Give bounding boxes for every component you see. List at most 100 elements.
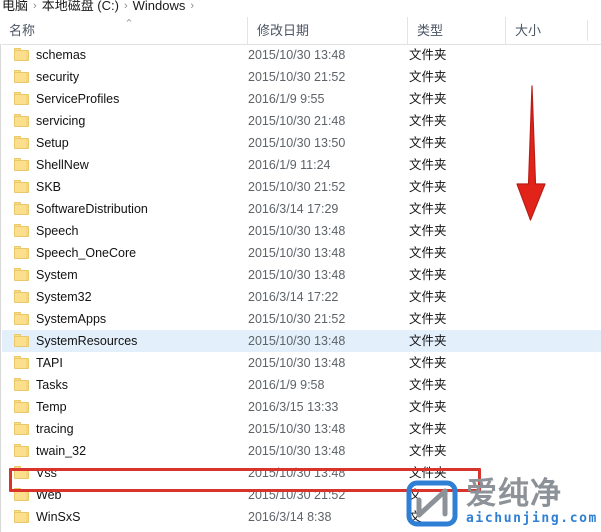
- sort-ascending-icon: ⌃: [124, 18, 134, 30]
- file-name-cell: TAPI: [36, 356, 63, 370]
- file-list-row[interactable]: SystemApps 2015/10/30 21:52 文件夹: [0, 308, 601, 330]
- file-type-cell: 文件夹: [409, 466, 447, 480]
- date-modified-cell: 2015/10/30 13:48: [248, 224, 346, 238]
- file-name-cell: WinSxS: [36, 510, 81, 524]
- file-name-cell: Temp: [36, 400, 67, 414]
- file-size-cell: [513, 286, 583, 308]
- file-size-cell: [513, 528, 583, 532]
- date-modified-cell: 2016/3/15 13:33: [248, 400, 339, 414]
- file-type-cell: 文件夹: [409, 422, 447, 436]
- column-header-size[interactable]: 大小: [505, 17, 587, 44]
- date-modified-cell: 2015/10/30 13:48: [248, 48, 346, 62]
- breadcrumb-item-3[interactable]: Windows: [133, 0, 186, 17]
- address-bar[interactable]: 电脑 › 本地磁盘 (C:) › Windows ›: [0, 0, 601, 17]
- folder-icon: [14, 180, 29, 193]
- file-size-cell: [513, 418, 583, 440]
- file-size-cell: [513, 396, 583, 418]
- column-header-type[interactable]: 类型: [407, 17, 505, 44]
- file-list-row[interactable]: SKB 2015/10/30 21:52 文件夹: [0, 176, 601, 198]
- date-modified-cell: 2016/1/9 9:58: [248, 378, 325, 392]
- date-modified-cell: 2015/10/30 21:52: [248, 70, 346, 84]
- date-modified-cell: 2015/10/30 13:48: [248, 466, 346, 480]
- file-size-cell: [513, 66, 583, 88]
- file-list[interactable]: schemas 2015/10/30 13:48 文件夹 security 2015/1…: [0, 44, 601, 532]
- file-name-cell: Tasks: [36, 378, 68, 392]
- breadcrumb-separator-icon[interactable]: ›: [28, 0, 42, 17]
- file-list-row[interactable]: System32 2016/3/14 17:22 文件夹: [0, 286, 601, 308]
- date-modified-cell: 2015/10/30 21:52: [248, 312, 346, 326]
- file-list-row[interactable]: ServiceProfiles 2016/1/9 9:55 文件夹: [0, 88, 601, 110]
- file-size-cell: [513, 506, 583, 528]
- date-modified-cell: 2015/10/30 21:48: [248, 114, 346, 128]
- folder-icon: [14, 422, 29, 435]
- file-list-row[interactable]: security 2015/10/30 21:52 文件夹: [0, 66, 601, 88]
- file-name-cell: schemas: [36, 48, 87, 62]
- date-modified-cell: 2016/3/14 17:22: [248, 290, 339, 304]
- breadcrumb-separator-icon[interactable]: ›: [119, 0, 133, 17]
- date-modified-cell: 2015/10/30 13:48: [248, 444, 346, 458]
- breadcrumb-item-2[interactable]: 本地磁盘 (C:): [42, 0, 119, 17]
- file-size-cell: [513, 440, 583, 462]
- file-list-row[interactable]: System 2015/10/30 13:48 文件夹: [0, 264, 601, 286]
- file-size-cell: [513, 264, 583, 286]
- folder-icon: [14, 246, 29, 259]
- folder-icon: [14, 136, 29, 149]
- file-type-cell: 文件夹: [409, 48, 447, 62]
- file-name-cell: Web: [36, 488, 62, 502]
- file-size-cell: [513, 44, 583, 66]
- file-name-cell: SKB: [36, 180, 62, 194]
- folder-icon: [14, 268, 29, 281]
- file-name-cell: tracing: [36, 422, 74, 436]
- file-list-row[interactable]: ShellNew 2016/1/9 11:24 文件夹: [0, 154, 601, 176]
- file-type-cell: 文件夹: [409, 400, 447, 414]
- window-left-edge: [0, 44, 2, 532]
- file-size-cell: [513, 374, 583, 396]
- file-list-row[interactable]: Temp 2016/3/15 13:33 文件夹: [0, 396, 601, 418]
- file-name-cell: SoftwareDistribution: [36, 202, 148, 216]
- file-size-cell: [513, 462, 583, 484]
- folder-icon: [14, 378, 29, 391]
- date-modified-cell: 2016/1/9 9:55: [248, 92, 325, 106]
- file-list-row[interactable]: schemas 2015/10/30 13:48 文件夹: [0, 44, 601, 66]
- file-list-row[interactable]: Speech_OneCore 2015/10/30 13:48 文件夹: [0, 242, 601, 264]
- file-size-cell: [513, 484, 583, 506]
- file-list-row[interactable]: Speech 2015/10/30 13:48 文件夹: [0, 220, 601, 242]
- column-header-date-modified[interactable]: 修改日期: [247, 17, 407, 44]
- file-list-row[interactable]: SystemResources 2015/10/30 13:48 文件夹: [0, 330, 601, 352]
- breadcrumb[interactable]: 电脑 › 本地磁盘 (C:) › Windows ›: [0, 0, 199, 17]
- file-name-cell: twain_32: [36, 444, 87, 458]
- file-list-row[interactable]: Tasks 2016/1/9 9:58 文件夹: [0, 374, 601, 396]
- file-type-cell: 文件夹: [409, 334, 447, 348]
- file-size-cell: [513, 220, 583, 242]
- file-name-cell: security: [36, 70, 80, 84]
- folder-icon: [14, 466, 29, 479]
- file-name-cell: servicing: [36, 114, 86, 128]
- file-list-row[interactable]: servicing 2015/10/30 21:48 文件夹: [0, 110, 601, 132]
- file-list-row[interactable]: Web 2015/10/30 21:52 文: [0, 484, 601, 506]
- file-list-row[interactable]: SoftwareDistribution 2016/3/14 17:29 文件夹: [0, 198, 601, 220]
- file-list-row[interactable]: tracing 2015/10/30 13:48 文件夹: [0, 418, 601, 440]
- folder-icon: [14, 48, 29, 61]
- breadcrumb-separator-icon[interactable]: ›: [185, 0, 199, 17]
- file-list-row[interactable]: TAPI 2015/10/30 13:48 文件夹: [0, 352, 601, 374]
- file-list-row[interactable]: Setup 2015/10/30 13:50 文件夹: [0, 132, 601, 154]
- file-type-cell: 文件夹: [409, 444, 447, 458]
- file-name-cell: ShellNew: [36, 158, 89, 172]
- file-list-row[interactable]: WinSxS 2016/3/14 8:38 文: [0, 506, 601, 528]
- file-list-row[interactable]: Vss 2015/10/30 13:48 文件夹: [0, 462, 601, 484]
- file-list-row[interactable]: zh-CN 2015/10/30 21:48 文: [0, 528, 601, 532]
- file-type-cell: 文件夹: [409, 356, 447, 370]
- file-name-cell: SystemResources: [36, 334, 138, 348]
- file-list-row[interactable]: twain_32 2015/10/30 13:48 文件夹: [0, 440, 601, 462]
- folder-icon: [14, 224, 29, 237]
- breadcrumb-item-1[interactable]: 电脑: [2, 0, 28, 17]
- column-divider[interactable]: [587, 20, 588, 41]
- file-name-cell: Vss: [36, 466, 57, 480]
- file-name-cell: System32: [36, 290, 92, 304]
- file-name-cell: Speech_OneCore: [36, 246, 137, 260]
- folder-icon: [14, 400, 29, 413]
- folder-icon: [14, 202, 29, 215]
- file-explorer-window: 电脑 › 本地磁盘 (C:) › Windows › 名称 ⌃ 修改日期 类型 大小 sc…: [0, 0, 601, 532]
- date-modified-cell: 2015/10/30 13:48: [248, 356, 346, 370]
- date-modified-cell: 2015/10/30 13:48: [248, 246, 346, 260]
